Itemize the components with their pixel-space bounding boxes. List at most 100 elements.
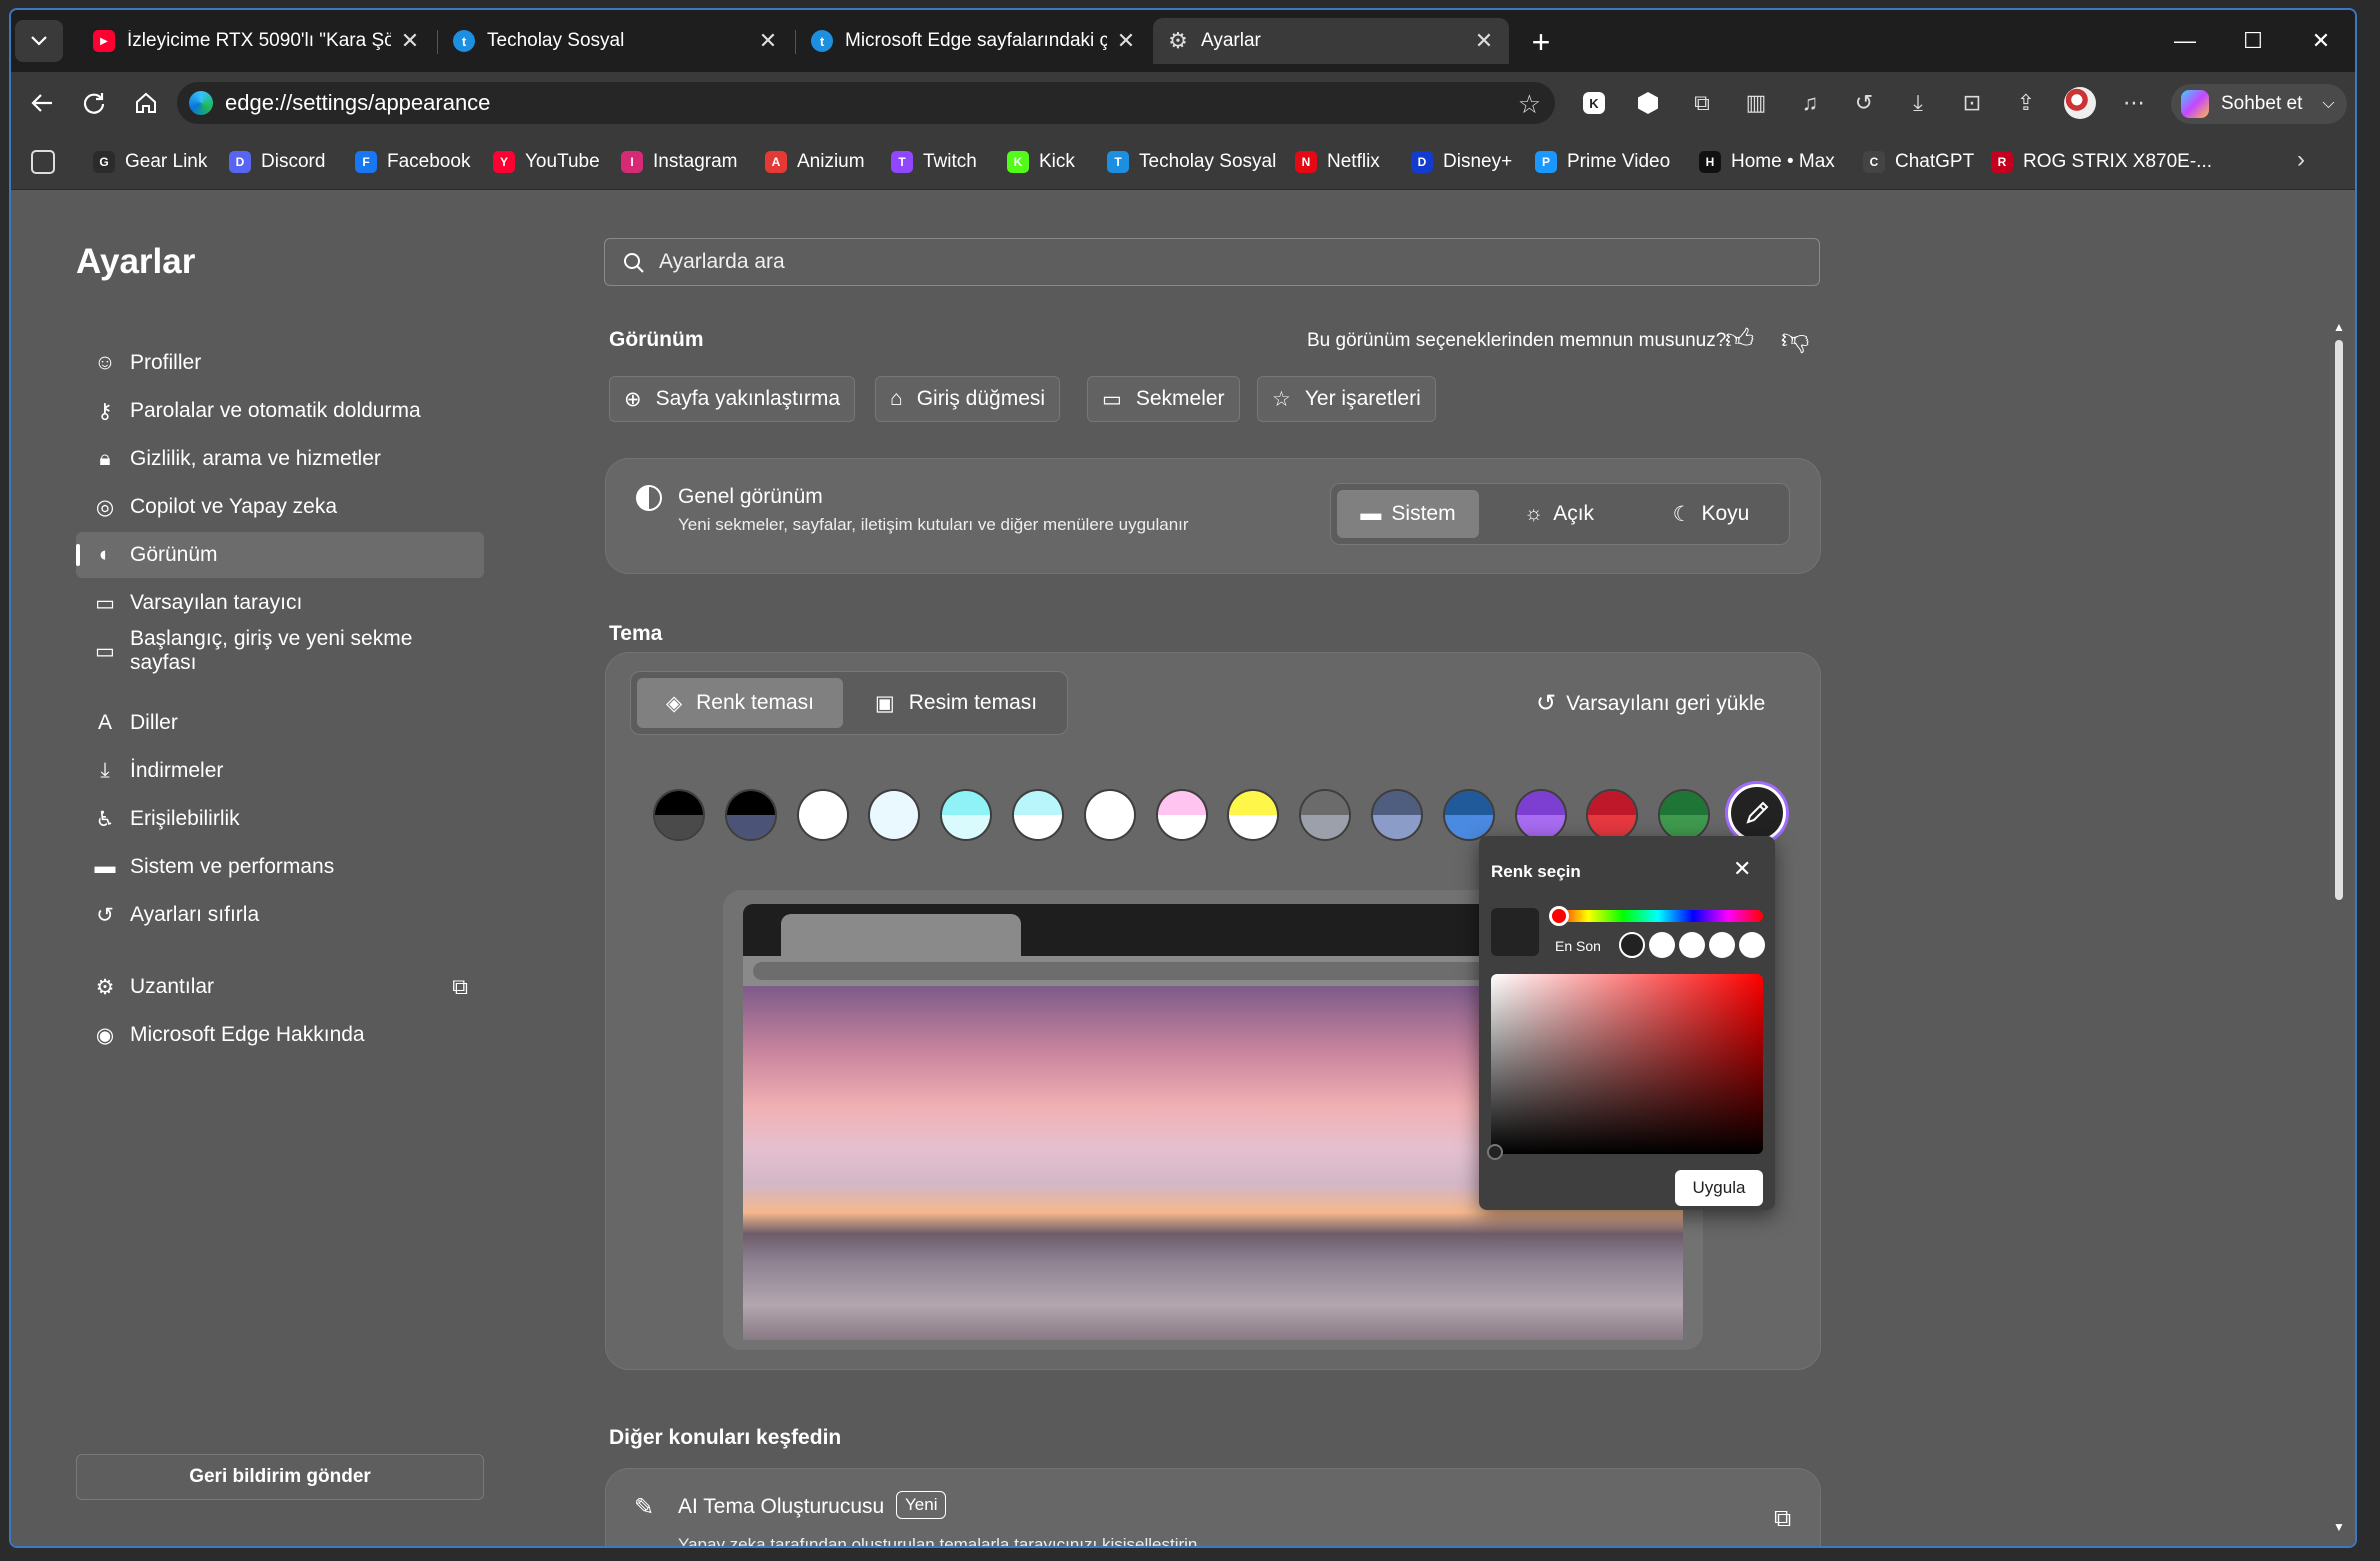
bookmark-item[interactable]: N Netflix xyxy=(1295,148,1380,176)
sidebar-item[interactable]: A Diller xyxy=(76,700,484,746)
restore-default-button[interactable]: ↺ Varsayılanı geri yükle xyxy=(1536,689,1765,718)
eyedropper-button[interactable] xyxy=(1728,784,1786,842)
recent-color[interactable] xyxy=(1739,932,1765,958)
sidebar-item[interactable]: ↺ Ayarları sıfırla xyxy=(76,892,484,938)
scroll-down-icon[interactable]: ▼ xyxy=(2333,1520,2345,1534)
close-icon[interactable]: ✕ xyxy=(1733,856,1751,882)
close-icon[interactable]: ✕ xyxy=(1115,28,1137,54)
scroll-thumb[interactable] xyxy=(2335,340,2343,900)
minimize-icon[interactable]: — xyxy=(2151,10,2219,72)
bookmark-item[interactable]: R ROG STRIX X870E-... xyxy=(1991,148,2212,176)
option-dark[interactable]: ☾ Koyu xyxy=(1637,490,1785,538)
tab-color-theme[interactable]: ◈ Renk teması xyxy=(637,678,843,728)
hue-handle[interactable] xyxy=(1549,906,1569,926)
back-icon[interactable] xyxy=(25,86,59,120)
saturation-value-area[interactable] xyxy=(1487,974,1763,1160)
theme-color-swatch[interactable] xyxy=(1299,789,1352,841)
theme-color-swatch[interactable] xyxy=(1586,789,1639,841)
chip-home-button[interactable]: ⌂ Giriş düğmesi xyxy=(875,376,1061,422)
recent-color[interactable] xyxy=(1649,932,1675,958)
sidebar-item[interactable]: ⤓ İndirmeler xyxy=(76,748,484,794)
split-screen-icon[interactable]: ▥ xyxy=(1739,86,1773,120)
close-icon[interactable]: ✕ xyxy=(399,28,421,54)
scrollbar[interactable]: ▲ ▼ xyxy=(2329,320,2349,1540)
sidebar-item[interactable]: ▬ Sistem ve performans xyxy=(76,844,484,890)
theme-color-swatch[interactable] xyxy=(1083,789,1136,841)
bookmark-item[interactable]: K Kick xyxy=(1007,148,1075,176)
option-light[interactable]: ☼ Açık xyxy=(1487,490,1631,538)
bookmark-item[interactable]: D Disney+ xyxy=(1411,148,1512,176)
recent-color[interactable] xyxy=(1679,932,1705,958)
shield-extension-icon[interactable] xyxy=(1631,86,1665,120)
extensions-icon[interactable]: ⧉ xyxy=(1685,86,1719,120)
chip-page-zoom[interactable]: ⊕ Sayfa yakınlaştırma xyxy=(609,376,856,422)
recent-color[interactable] xyxy=(1619,932,1645,958)
sidebar-item[interactable]: ▭ Başlangıç, giriş ve yeni sekme sayfası xyxy=(76,627,484,674)
sidebar-item[interactable]: ◐ Görünüm xyxy=(76,532,484,578)
bookmark-item[interactable]: C ChatGPT xyxy=(1863,148,1974,176)
thumbs-up-icon[interactable]: 👍︎ xyxy=(1725,322,1754,356)
bookmarks-overflow-icon[interactable]: › xyxy=(2297,146,2305,174)
theme-color-swatch[interactable] xyxy=(724,789,777,841)
close-icon[interactable]: ✕ xyxy=(1473,28,1495,54)
collections-icon[interactable] xyxy=(31,150,55,174)
sidebar-item[interactable]: ▭ Varsayılan tarayıcı xyxy=(76,580,484,626)
sidebar-item[interactable]: ☺ Profiller xyxy=(76,340,484,386)
ai-theme-card[interactable]: ✎ AI Tema Oluşturucusu Yeni Yapay zeka t… xyxy=(605,1468,1821,1546)
favorite-star-icon[interactable]: ☆ xyxy=(1518,89,1541,120)
sidebar-item[interactable]: 🔒︎ Gizlilik, arama ve hizmetler xyxy=(76,436,484,482)
external-link-icon[interactable]: ⧉ xyxy=(1774,1505,1791,1533)
tab-settings[interactable]: ⚙ Ayarlar ✕ xyxy=(1153,18,1509,64)
feedback-button[interactable]: Geri bildirim gönder xyxy=(76,1454,484,1500)
sidebar-item[interactable]: ◉ Microsoft Edge Hakkında xyxy=(76,1012,484,1058)
bookmark-item[interactable]: A Anizium xyxy=(765,148,865,176)
address-bar[interactable]: edge://settings/appearance ☆ xyxy=(177,82,1555,124)
theme-color-swatch[interactable] xyxy=(796,789,849,841)
more-icon[interactable]: ⋯ xyxy=(2117,86,2151,120)
theme-color-swatch[interactable] xyxy=(868,789,921,841)
sidebar-item[interactable]: ♿︎ Erişilebilirlik xyxy=(76,796,484,842)
share-icon[interactable]: ⇪ xyxy=(2009,86,2043,120)
bookmark-item[interactable]: T Techolay Sosyal xyxy=(1107,148,1276,176)
favorites-icon[interactable]: ♫ xyxy=(1793,86,1827,120)
tab-youtube[interactable]: ▶ İzleyicime RTX 5090'lı "Kara Şövalye ✕ xyxy=(79,18,435,64)
download-icon[interactable]: ⤓ xyxy=(1901,86,1935,120)
avatar[interactable] xyxy=(2063,86,2097,120)
close-window-icon[interactable]: ✕ xyxy=(2287,10,2355,72)
theme-color-swatch[interactable] xyxy=(940,789,993,841)
scroll-up-icon[interactable]: ▲ xyxy=(2333,320,2345,334)
bookmark-item[interactable]: T Twitch xyxy=(891,148,977,176)
apply-button[interactable]: Uygula xyxy=(1675,1170,1763,1206)
theme-color-swatch[interactable] xyxy=(1012,789,1064,841)
hue-slider[interactable] xyxy=(1549,906,1763,926)
bookmark-item[interactable]: I Instagram xyxy=(621,148,737,176)
copilot-chat-button[interactable]: Sohbet et ⌵ xyxy=(2171,84,2347,124)
new-tab-button[interactable]: + xyxy=(1521,22,1561,62)
home-icon[interactable] xyxy=(129,86,163,120)
chip-tabs[interactable]: ▭ Sekmeler xyxy=(1087,376,1240,422)
theme-color-swatch[interactable] xyxy=(1227,789,1280,841)
tab-edge-frames[interactable]: t Microsoft Edge sayfalarındaki çerç ✕ xyxy=(797,18,1151,64)
tab-actions-button[interactable] xyxy=(15,20,63,62)
theme-color-swatch[interactable] xyxy=(1514,789,1567,841)
settings-search-input[interactable]: Ayarlarda ara xyxy=(604,238,1820,286)
theme-color-swatch[interactable] xyxy=(1442,789,1495,841)
option-system[interactable]: ▬ Sistem xyxy=(1337,490,1479,538)
sidebar-item[interactable]: ⚷ Parolalar ve otomatik doldurma xyxy=(76,388,484,434)
recent-color[interactable] xyxy=(1709,932,1735,958)
tab-image-theme[interactable]: ▣ Resim teması xyxy=(851,678,1061,728)
maximize-icon[interactable]: ☐ xyxy=(2219,10,2287,72)
bookmark-item[interactable]: G Gear Link xyxy=(93,148,207,176)
bookmark-item[interactable]: D Discord xyxy=(229,148,325,176)
sidebar-item[interactable]: ◎ Copilot ve Yapay zeka xyxy=(76,484,484,530)
history-icon[interactable]: ↺ xyxy=(1847,86,1881,120)
theme-color-swatch[interactable] xyxy=(1155,789,1208,841)
bookmark-item[interactable]: Y YouTube xyxy=(493,148,600,176)
theme-color-swatch[interactable] xyxy=(653,789,705,841)
kaspersky-extension-icon[interactable]: K xyxy=(1577,86,1611,120)
thumbs-down-icon[interactable]: 👎︎ xyxy=(1781,322,1809,356)
theme-color-swatch[interactable] xyxy=(1371,789,1423,841)
close-icon[interactable]: ✕ xyxy=(757,28,779,54)
bookmark-item[interactable]: P Prime Video xyxy=(1535,148,1670,176)
tab-techolay[interactable]: t Techolay Sosyal ✕ xyxy=(439,18,793,64)
